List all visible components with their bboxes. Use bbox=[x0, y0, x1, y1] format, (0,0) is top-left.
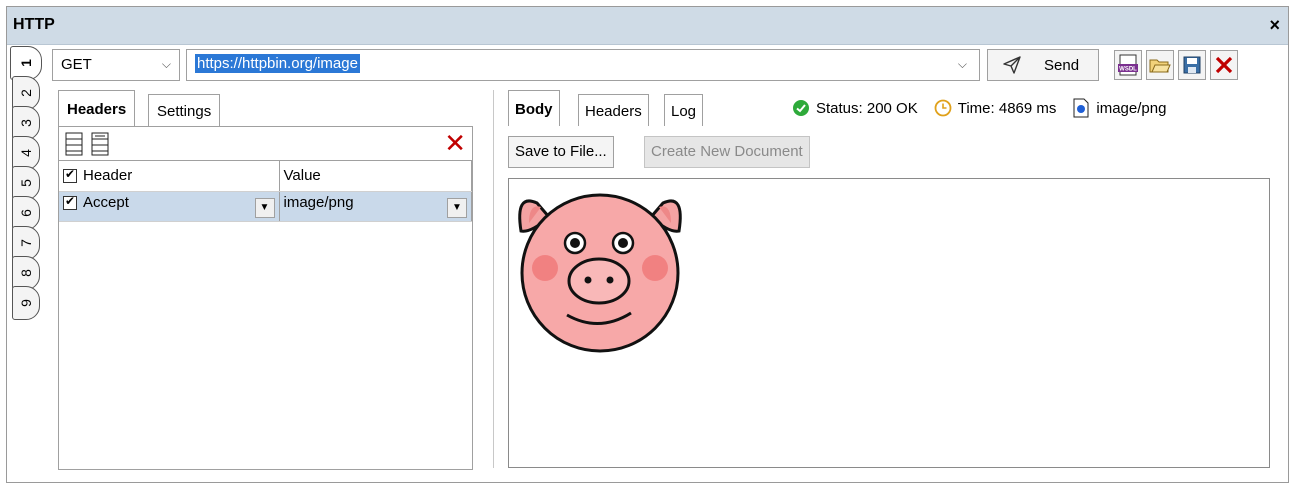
url-input[interactable]: https://httpbin.org/image ⌵ bbox=[186, 49, 980, 81]
vtab-1[interactable]: 1 bbox=[10, 46, 42, 80]
create-new-document-button[interactable]: Create New Document bbox=[644, 136, 810, 168]
insert-row-icon[interactable] bbox=[63, 131, 87, 157]
vtab-6[interactable]: 6 bbox=[12, 196, 40, 230]
response-body-view bbox=[508, 178, 1270, 468]
wsdl-icon: WSDL bbox=[1118, 54, 1138, 76]
status-text: Status: 200 OK bbox=[816, 99, 918, 117]
chevron-down-icon: ⌵ bbox=[161, 57, 171, 71]
request-tabs: 1 2 3 4 5 6 7 8 9 bbox=[10, 46, 46, 320]
open-button[interactable] bbox=[1146, 50, 1174, 80]
save-button[interactable] bbox=[1178, 50, 1206, 80]
headers-panel: Headers Settings ✕ Header Value Accept▼ … bbox=[52, 90, 482, 470]
file-icon bbox=[1073, 98, 1089, 118]
delete-row-icon[interactable]: ✕ bbox=[444, 129, 466, 157]
tab-body[interactable]: Body bbox=[508, 90, 560, 126]
header-cell[interactable]: Accept▼ bbox=[59, 191, 280, 222]
close-red-icon bbox=[1215, 56, 1233, 74]
vtab-4[interactable]: 4 bbox=[12, 136, 40, 170]
tab-response-headers[interactable]: Headers bbox=[578, 94, 649, 126]
content-type-text: image/png bbox=[1096, 99, 1167, 117]
vtab-2[interactable]: 2 bbox=[12, 76, 40, 110]
select-all-checkbox[interactable] bbox=[63, 167, 77, 184]
send-button[interactable]: Send bbox=[987, 49, 1099, 81]
panel-splitter[interactable] bbox=[493, 90, 495, 468]
open-folder-icon bbox=[1149, 59, 1171, 73]
response-status-bar: Status: 200 OK Time: 4869 ms image/png bbox=[792, 98, 1166, 118]
value-column[interactable]: Value bbox=[279, 161, 472, 192]
headers-table: Header Value Accept▼ image/png▼ bbox=[59, 161, 472, 222]
header-dropdown-icon[interactable]: ▼ bbox=[254, 198, 275, 218]
chevron-down-icon[interactable]: ⌵ bbox=[958, 57, 967, 72]
close-request-button[interactable] bbox=[1210, 50, 1238, 80]
url-value: https://httpbin.org/image bbox=[195, 54, 360, 73]
save-icon bbox=[1183, 56, 1201, 74]
value-cell[interactable]: image/png ▼ bbox=[279, 191, 472, 222]
append-row-icon[interactable] bbox=[89, 131, 113, 157]
tab-log[interactable]: Log bbox=[664, 94, 704, 126]
paper-plane-icon bbox=[1003, 56, 1021, 74]
vtab-8[interactable]: 8 bbox=[12, 256, 40, 290]
tab-headers[interactable]: Headers bbox=[58, 90, 136, 126]
vtab-7[interactable]: 7 bbox=[12, 226, 40, 260]
vtab-9[interactable]: 9 bbox=[12, 286, 40, 320]
header-column[interactable]: Header bbox=[59, 161, 280, 192]
close-window-button[interactable]: × bbox=[1269, 15, 1280, 36]
pig-image bbox=[518, 193, 682, 353]
save-to-file-button[interactable]: Save to File... bbox=[508, 136, 614, 168]
tab-settings[interactable]: Settings bbox=[148, 94, 221, 126]
window-title: HTTP bbox=[13, 16, 55, 33]
svg-text:WSDL: WSDL bbox=[1119, 67, 1137, 73]
response-panel: Body Headers Log Status: 200 OK Time: 48… bbox=[506, 90, 1276, 470]
vtab-3[interactable]: 3 bbox=[12, 106, 40, 140]
method-value: GET bbox=[61, 56, 92, 73]
title-bar: HTTP × bbox=[7, 7, 1288, 45]
headers-grid: ✕ Header Value Accept▼ image/png▼ bbox=[58, 126, 473, 470]
send-label: Send bbox=[1044, 56, 1080, 74]
vtab-5[interactable]: 5 bbox=[12, 166, 40, 200]
method-select[interactable]: GET ⌵ bbox=[52, 49, 180, 81]
check-circle-icon bbox=[793, 100, 809, 116]
clock-icon bbox=[934, 99, 952, 117]
table-row[interactable]: Accept▼ image/png▼ bbox=[59, 191, 472, 222]
row-checkbox[interactable] bbox=[63, 194, 77, 211]
value-dropdown-icon[interactable]: ▼ bbox=[447, 198, 467, 218]
table-header-row: Header Value bbox=[59, 161, 472, 192]
headers-toolbar: ✕ bbox=[59, 127, 472, 161]
time-text: Time: 4869 ms bbox=[957, 99, 1057, 117]
wsdl-button[interactable]: WSDL bbox=[1114, 50, 1142, 80]
